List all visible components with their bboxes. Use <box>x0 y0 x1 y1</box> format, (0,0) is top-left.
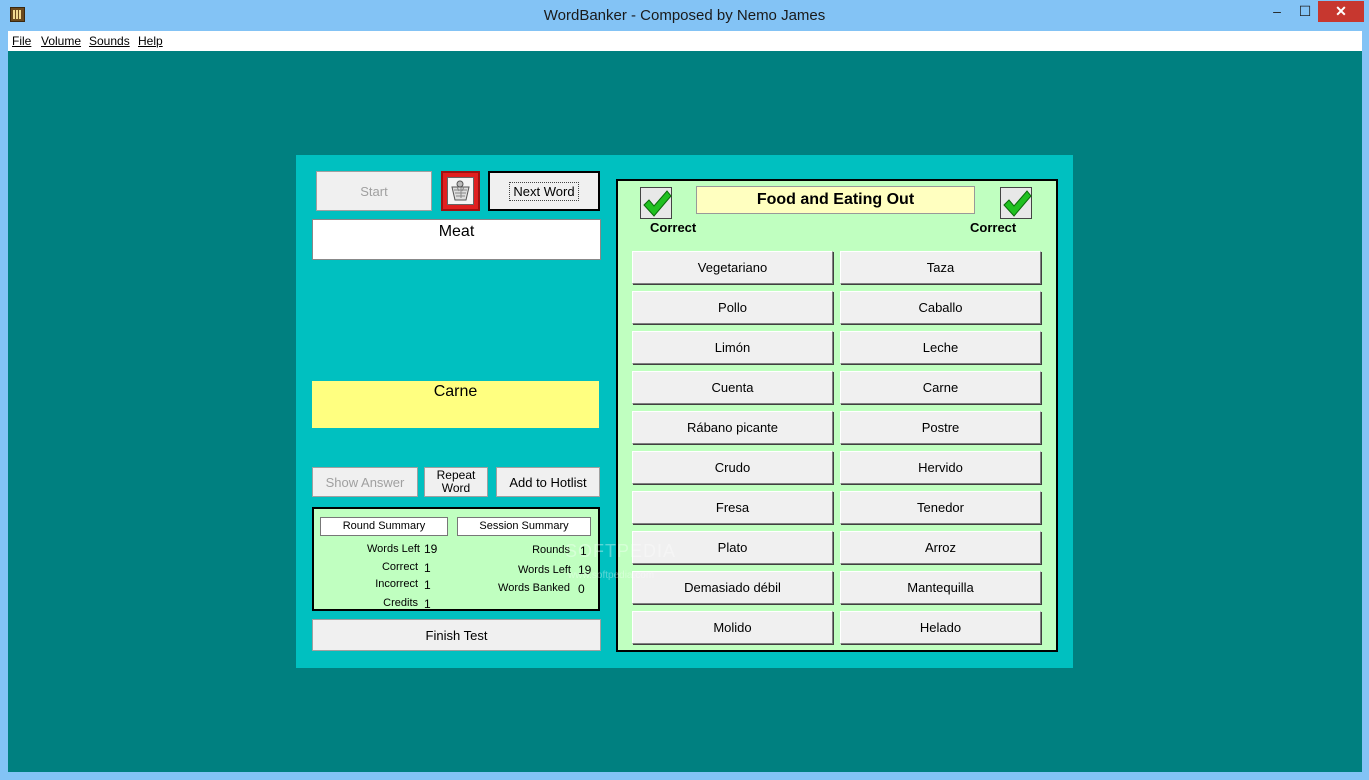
choice-button[interactable]: Pollo <box>632 291 833 324</box>
minimize-button[interactable]: – <box>1266 1 1288 22</box>
repeat-word-label-2: Word <box>441 481 471 495</box>
watermark-url: www.softpedia.com <box>568 570 655 581</box>
menu-bar: File Volume Sounds Help <box>8 31 1362 51</box>
round-correct-value: 1 <box>424 561 431 575</box>
choice-button[interactable]: Hervido <box>840 451 1041 484</box>
choice-button[interactable]: Rábano picante <box>632 411 833 444</box>
choice-button[interactable]: Cuenta <box>632 371 833 404</box>
choice-button[interactable]: Arroz <box>840 531 1041 564</box>
show-answer-button[interactable]: Show Answer <box>312 467 418 497</box>
round-credits-value: 1 <box>424 597 431 611</box>
session-words-banked-value: 0 <box>578 582 585 596</box>
finish-test-label: Finish Test <box>425 627 488 643</box>
choice-button[interactable]: Leche <box>840 331 1041 364</box>
menu-volume[interactable]: Volume <box>41 34 81 48</box>
maximize-button[interactable]: ☐ <box>1294 1 1316 22</box>
choice-button[interactable]: Carne <box>840 371 1041 404</box>
correct-label-right: Correct <box>970 220 1017 235</box>
choice-button[interactable]: Caballo <box>840 291 1041 324</box>
menu-file[interactable]: File <box>12 34 31 48</box>
add-to-hotlist-button[interactable]: Add to Hotlist <box>496 467 600 497</box>
session-rounds-label: Rounds <box>532 544 570 556</box>
round-incorrect-value: 1 <box>424 578 431 592</box>
answer-word: Carne <box>312 381 599 428</box>
round-words-left-value: 19 <box>424 542 438 556</box>
choice-button[interactable]: Molido <box>632 611 833 644</box>
choice-button[interactable]: Demasiado débil <box>632 571 833 604</box>
summary-panel: Round Summary Session Summary Words Left… <box>312 507 600 611</box>
repeat-word-button[interactable]: Repeat Word <box>424 467 488 497</box>
title-bar: WordBanker - Composed by Nemo James – ☐ … <box>0 0 1369 31</box>
window-title: WordBanker - Composed by Nemo James <box>543 7 826 24</box>
correct-label-left: Correct <box>650 220 697 235</box>
basket-icon <box>447 177 474 205</box>
basket-button[interactable] <box>441 171 480 211</box>
start-label: Start <box>360 183 388 199</box>
category-title: Food and Eating Out <box>696 186 975 214</box>
round-credits-label: Credits <box>383 597 418 609</box>
choice-button[interactable]: Fresa <box>632 491 833 524</box>
session-summary-header: Session Summary <box>457 517 591 536</box>
choice-button[interactable]: Postre <box>840 411 1041 444</box>
next-word-focus: Next Word <box>509 181 579 201</box>
choice-button[interactable]: Tenedor <box>840 491 1041 524</box>
choice-button[interactable]: Taza <box>840 251 1041 284</box>
round-summary-header: Round Summary <box>320 517 448 536</box>
watermark: SOFTPEDIA <box>565 541 677 561</box>
menu-help[interactable]: Help <box>138 34 163 48</box>
choice-button[interactable]: Vegetariano <box>632 251 833 284</box>
close-button[interactable]: ✕ <box>1318 1 1364 22</box>
session-words-banked-label: Words Banked <box>498 582 570 594</box>
next-word-label: Next Word <box>513 183 575 199</box>
add-to-hotlist-label: Add to Hotlist <box>509 474 587 490</box>
checkmark-icon <box>640 187 672 219</box>
start-button[interactable]: Start <box>316 171 432 211</box>
show-answer-label: Show Answer <box>325 474 405 490</box>
choice-button[interactable]: Helado <box>840 611 1041 644</box>
round-correct-label: Correct <box>381 561 418 573</box>
choice-button[interactable]: Mantequilla <box>840 571 1041 604</box>
choice-button[interactable]: Crudo <box>632 451 833 484</box>
checkmark-icon <box>1000 187 1032 219</box>
next-word-button[interactable]: Next Word <box>488 171 600 211</box>
menu-sounds[interactable]: Sounds <box>89 34 130 48</box>
question-word: Meat <box>312 219 601 260</box>
round-incorrect-label: Incorrect <box>375 578 418 590</box>
round-words-left-label: Words Left <box>367 543 420 555</box>
finish-test-button[interactable]: Finish Test <box>312 619 601 651</box>
choice-button[interactable]: Limón <box>632 331 833 364</box>
session-words-left-label: Words Left <box>518 564 571 576</box>
